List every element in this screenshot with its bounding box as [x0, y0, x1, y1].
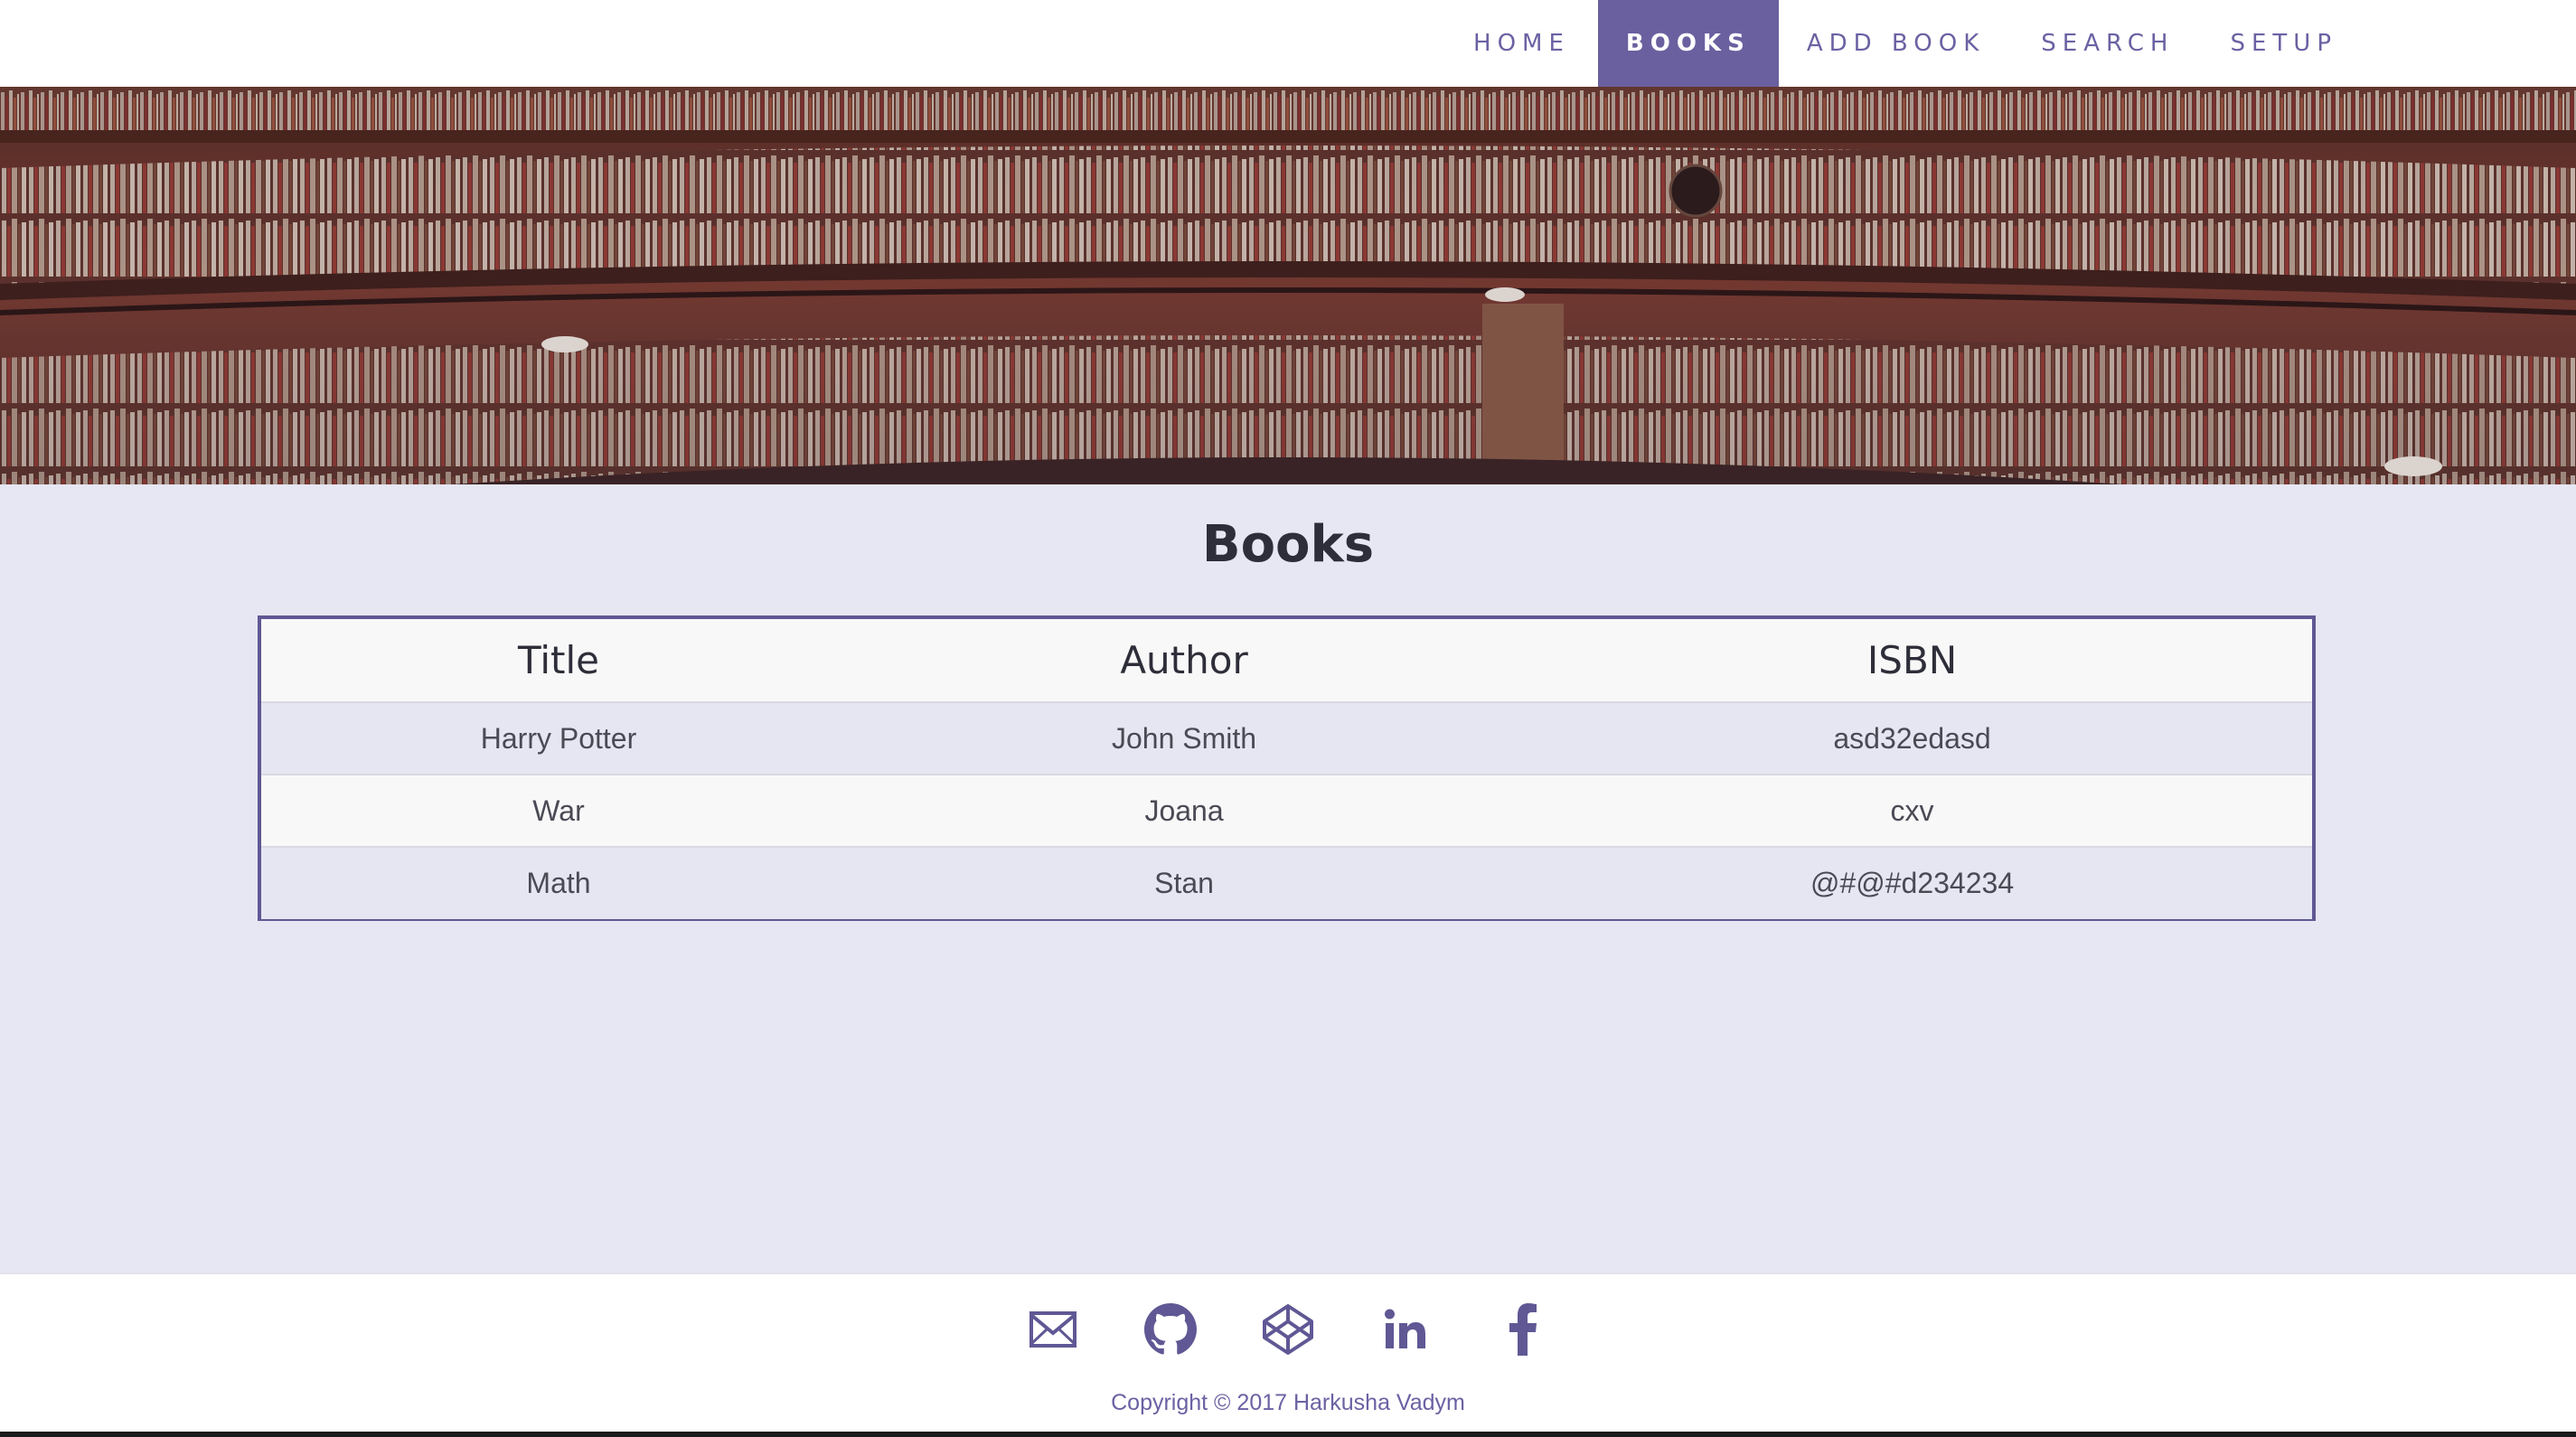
table-row: Harry Potter John Smith asd32edasd — [261, 702, 2312, 775]
column-header-isbn: ISBN — [1512, 619, 2312, 703]
cell-title: Math — [261, 847, 856, 919]
linkedin-icon[interactable] — [1379, 1303, 1432, 1356]
bottom-edge-bar — [0, 1432, 2576, 1437]
table-row: Math Stan @#@#d234234 — [261, 847, 2312, 919]
cell-isbn: @#@#d234234 — [1512, 847, 2312, 919]
column-header-author: Author — [856, 619, 1513, 703]
nav-item-home[interactable]: HOME — [1445, 0, 1598, 87]
codepen-icon[interactable] — [1262, 1303, 1314, 1356]
nav-item-search[interactable]: SEARCH — [2013, 0, 2202, 87]
social-links — [0, 1303, 2576, 1356]
footer: Copyright © 2017 Harkusha Vadym — [0, 1273, 2576, 1432]
hero-library-image — [0, 87, 2576, 484]
cell-author: Stan — [856, 847, 1513, 919]
column-header-title: Title — [261, 619, 856, 703]
nav-item-setup[interactable]: SETUP — [2202, 0, 2365, 87]
cell-isbn: cxv — [1512, 775, 2312, 848]
cell-title: Harry Potter — [261, 702, 856, 775]
table-row: War Joana cxv — [261, 775, 2312, 848]
nav-item-books[interactable]: BOOKS — [1597, 0, 1779, 87]
github-icon[interactable] — [1144, 1303, 1197, 1356]
cell-author: Joana — [856, 775, 1513, 848]
email-icon[interactable] — [1027, 1303, 1079, 1356]
facebook-icon[interactable] — [1497, 1303, 1549, 1356]
cell-title: War — [261, 775, 856, 848]
books-table-container: Title Author ISBN Harry Potter John Smit… — [258, 615, 2316, 921]
nav-menu: HOME BOOKS ADD BOOK SEARCH SETUP — [1445, 0, 2365, 87]
copyright-text: Copyright © 2017 Harkusha Vadym — [1111, 1390, 1465, 1415]
nav-item-add-book[interactable]: ADD BOOK — [1779, 0, 2013, 87]
hero-illustration — [0, 87, 2576, 484]
cell-isbn: asd32edasd — [1512, 702, 2312, 775]
books-table: Title Author ISBN Harry Potter John Smit… — [261, 619, 2312, 919]
table-header-row: Title Author ISBN — [261, 619, 2312, 703]
page-title: Books — [1201, 515, 1375, 574]
cell-author: John Smith — [856, 702, 1513, 775]
top-navbar: HOME BOOKS ADD BOOK SEARCH SETUP — [0, 0, 2576, 87]
